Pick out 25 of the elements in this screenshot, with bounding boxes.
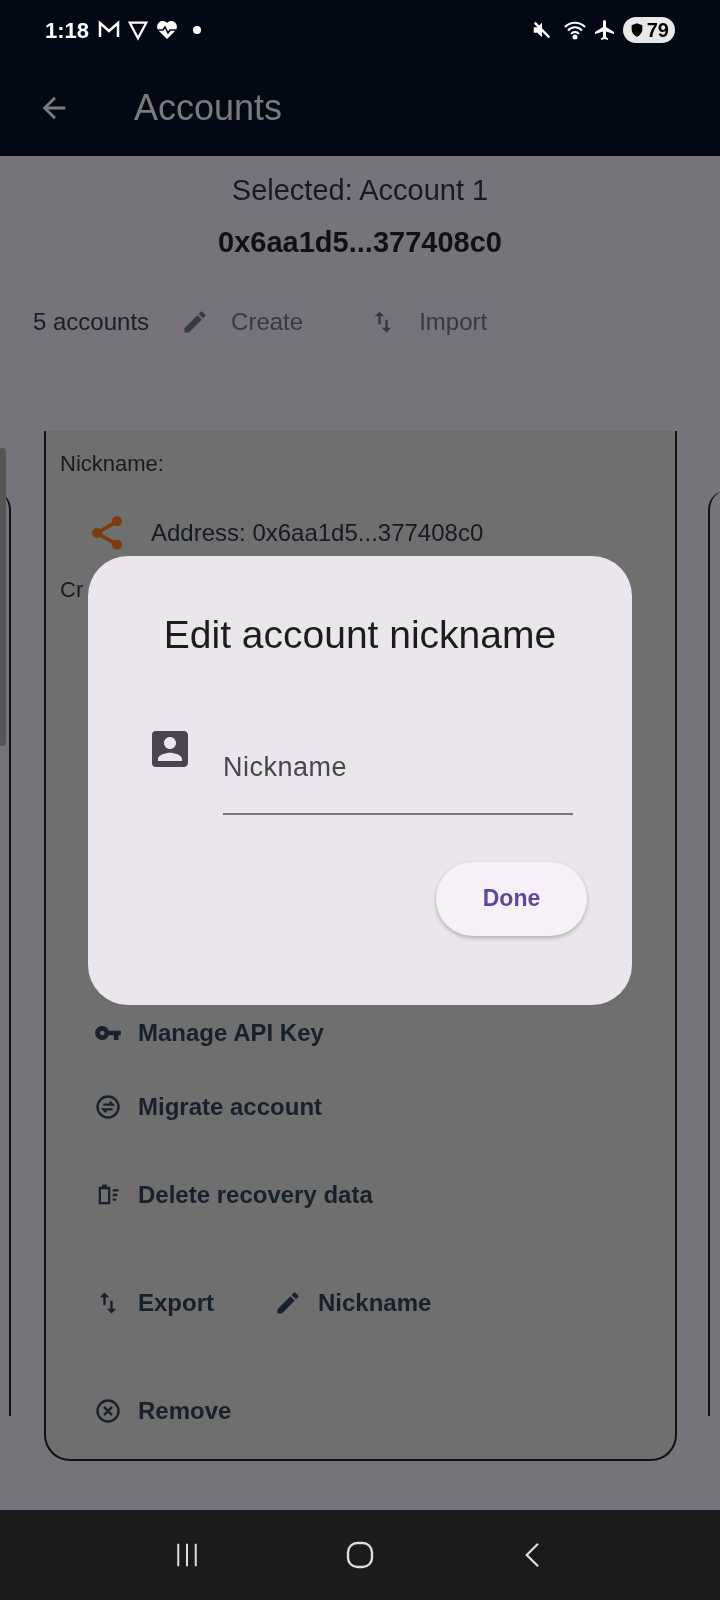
toolbar-action-button[interactable]: Create bbox=[171, 304, 314, 340]
person-card-icon bbox=[152, 730, 188, 767]
card-action-button[interactable]: Delete recovery data bbox=[94, 1177, 373, 1213]
card-action-button[interactable]: Nickname bbox=[274, 1285, 432, 1321]
dialog-title: Edit account nickname bbox=[162, 612, 558, 658]
card-action-button[interactable]: Manage API Key bbox=[94, 1015, 324, 1051]
truncated-label: Cr bbox=[60, 576, 84, 603]
status-time: 1:18 bbox=[45, 16, 90, 45]
airplane-icon bbox=[592, 18, 617, 42]
account-count: 5 accounts bbox=[33, 307, 150, 337]
card-action-button[interactable]: Remove bbox=[94, 1393, 232, 1429]
toolbar-action-button[interactable]: Import bbox=[359, 304, 498, 340]
nickname-input-field[interactable]: Nickname bbox=[223, 722, 573, 815]
selected-account-address: 0x6aa1d5...377408c0 bbox=[218, 225, 502, 260]
account-address: Address: 0x6aa1d5...377408c0 bbox=[151, 518, 484, 548]
circular-arrows-icon bbox=[94, 1093, 122, 1121]
circle-x-icon bbox=[94, 1397, 122, 1425]
card-action-button[interactable]: Migrate account bbox=[94, 1089, 323, 1125]
selected-account-label: Selected: Account 1 bbox=[231, 173, 489, 208]
nickname-label: Nickname: bbox=[60, 450, 164, 477]
heart-pulse-icon bbox=[155, 18, 180, 42]
app-bar-title: Accounts bbox=[134, 86, 283, 130]
home-icon bbox=[344, 1539, 376, 1571]
done-button[interactable]: Done bbox=[436, 861, 587, 936]
card-action-button[interactable]: Export bbox=[94, 1285, 214, 1321]
